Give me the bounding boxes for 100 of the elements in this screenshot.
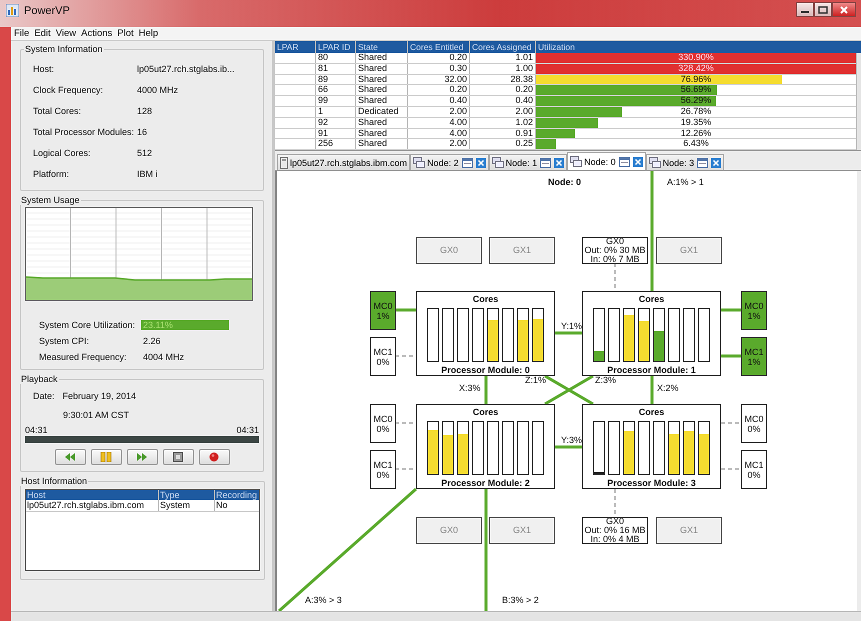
controller-label: MC1 [744,346,764,356]
table-cell: 0.20 [408,53,470,63]
menu-item[interactable]: File [14,28,30,39]
utilization-value: 76.96% [680,74,712,84]
window-icon[interactable] [540,158,552,168]
controller-label: MC1 [373,346,392,356]
module-title: Processor Module: 2 [441,478,530,488]
table-cell: 91 [316,128,356,138]
menu-item[interactable]: Plot [117,28,134,39]
tab[interactable]: Node: 1 [488,154,568,170]
table-cell: 1 [316,106,356,117]
hub-stat: In: 0% 4 MB [590,535,640,544]
hub-label: GX0 [440,246,458,255]
maximize-button[interactable] [814,2,832,17]
close-button[interactable] [832,2,856,17]
utilization-value: 26.78% [680,106,712,117]
group-title: Host Information [20,476,88,486]
time-value: 9:30:01 AM CST [63,410,130,420]
controller-label: MC0 [373,300,392,310]
column-header[interactable]: Cores Entitled [408,41,470,53]
field-value: 512 [137,148,152,158]
table-cell: Shared [356,96,408,106]
stack-icon [413,157,426,168]
table-cell: 92 [316,118,356,128]
column-header[interactable]: Type [159,490,215,500]
menu-item[interactable]: View [56,28,76,39]
field-value: 4004 MHz [143,352,184,362]
pause-button[interactable] [90,449,122,465]
end-time: 04:31 [236,425,259,435]
close-icon[interactable] [711,158,722,168]
controller-value: 0% [747,470,760,480]
utilization-value: 330.90% [677,53,715,63]
tab[interactable]: Node: 0 [567,152,646,170]
tab[interactable]: Node: 3 [646,154,724,170]
table-cell: Shared [356,85,408,96]
field-value: IBM i [137,168,158,178]
utilization-value: 12.26% [680,128,712,138]
table-cell: 0.30 [408,64,470,74]
window-icon[interactable] [618,156,630,166]
table-cell: 99 [316,96,356,106]
link-label: X:2% [657,383,679,393]
table-cell: Shared [356,74,408,84]
module-title: Processor Module: 1 [607,365,696,375]
field-label: System Core Utilization: [39,320,136,330]
window-icon[interactable] [697,158,708,168]
table-cell: 4.00 [408,118,470,128]
menu-item[interactable]: Help [138,28,158,39]
stack-icon [492,157,504,168]
column-header[interactable]: Cores Assigned [470,41,536,53]
tab[interactable]: lp05ut27.rch.stglabs.ibm.com [277,154,410,170]
module-title: Processor Module: 3 [607,478,696,488]
bus-line [555,332,582,334]
close-icon[interactable] [554,158,564,168]
table-cell: 2.00 [408,106,470,117]
table-cell: Shared [356,53,408,63]
column-header[interactable]: Utilization [536,41,856,53]
column-header[interactable]: LPAR ID [316,41,356,53]
link-label: B:3% > 2 [502,595,539,605]
minimize-button[interactable] [796,2,814,17]
column-header[interactable]: State [356,41,408,53]
stack-icon [648,157,661,168]
field-value: 2.26 [143,336,161,346]
controller-label: MC0 [373,414,392,424]
column-header[interactable]: Host [26,490,159,500]
close-icon[interactable] [476,158,486,168]
menu-item[interactable]: Actions [81,28,112,39]
controller-label: MC0 [744,300,764,310]
controller-value: 0% [376,356,390,366]
tab[interactable]: Node: 2 [410,154,489,170]
link-label: X:3% [459,383,481,393]
utilization-value: 19.35% [680,118,712,128]
stop-button[interactable] [162,449,194,465]
rewind-icon [64,453,76,461]
field-label: Host: [33,64,56,74]
controller-value: 0% [376,424,390,434]
utilization-value: 56.69% [680,85,712,96]
scrollbar[interactable] [856,53,861,150]
table-cell: Shared [356,139,408,150]
table-cell: 89 [316,74,356,84]
forward-button[interactable] [126,449,158,465]
record-button[interactable] [198,449,230,465]
table-cell: 2.00 [408,139,470,150]
link-label: Y:1% [561,321,582,331]
rewind-button[interactable] [54,449,86,465]
controller-label: MC0 [744,414,764,424]
field-label: Platform: [33,168,70,178]
column-header[interactable]: LPAR [275,41,316,53]
controller-label: MC1 [373,460,392,470]
cores-label: Cores [472,294,498,304]
menu-item[interactable]: Edit [34,28,51,39]
table-cell: 32.00 [408,74,470,84]
column-header[interactable]: Recording [215,490,259,500]
field-label: System CPI: [39,336,90,346]
playback-track[interactable] [25,436,259,443]
link-label: Z:1% [525,375,546,385]
close-icon[interactable] [632,156,643,166]
field-label: Measured Frequency: [39,352,128,362]
cores-label: Cores [472,407,498,417]
window-icon[interactable] [462,158,473,168]
link-label: A:1% > 1 [667,177,704,187]
